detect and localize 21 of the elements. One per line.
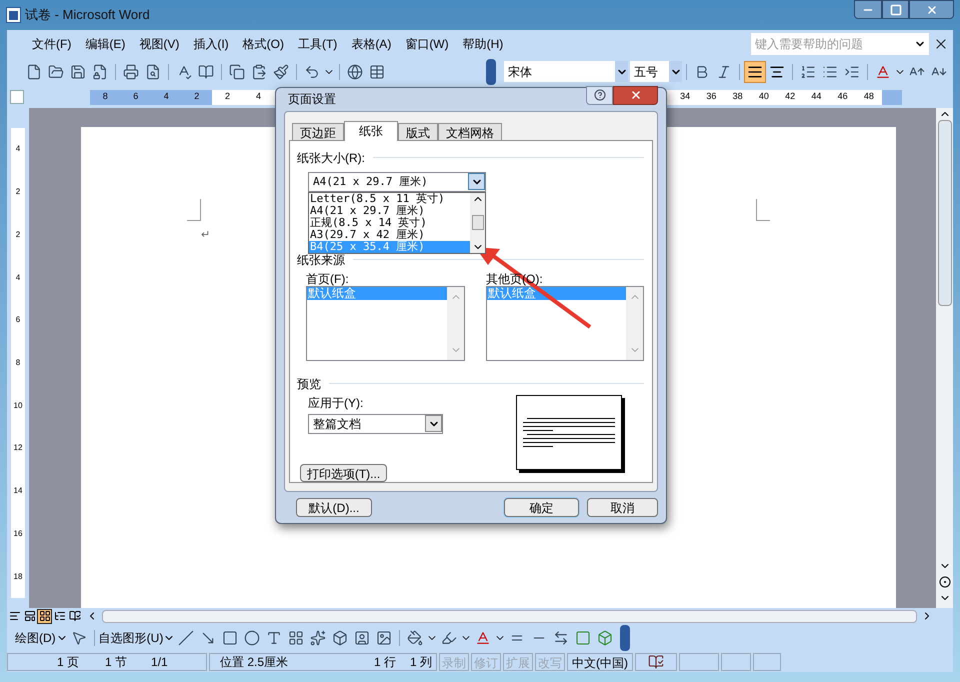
- field-label: 纸张大小(R):: [297, 150, 365, 167]
- page-count: 1/1: [151, 654, 168, 671]
- column-number: 1 列: [410, 654, 432, 671]
- status-mode: 扩展: [503, 653, 533, 671]
- dialog-title: 页面设置: [288, 91, 336, 108]
- field-label: 应用于(Y):: [308, 394, 364, 412]
- status-mode: 录制: [439, 653, 469, 671]
- cursor-position: 位置 2.5厘米: [220, 654, 288, 671]
- dropdown-value: A4(21 x 29.7 厘米): [312, 174, 429, 190]
- paragraph-mark: ↵: [201, 228, 210, 243]
- window-title: 试卷 - Microsoft Word: [25, 6, 150, 24]
- dropdown-value: 整篇文档: [312, 416, 362, 433]
- language: 中文(中国): [567, 653, 633, 671]
- status-mode: 修订: [471, 653, 501, 671]
- line-number: 1 行: [374, 654, 396, 671]
- field-label: 首页(F):: [306, 270, 349, 286]
- section-label: 预览: [297, 376, 321, 393]
- status-mode: 改写: [535, 653, 565, 671]
- section-label: 纸张来源: [297, 252, 345, 269]
- section-number: 1 节: [105, 654, 128, 671]
- page-number: 1 页: [57, 654, 80, 671]
